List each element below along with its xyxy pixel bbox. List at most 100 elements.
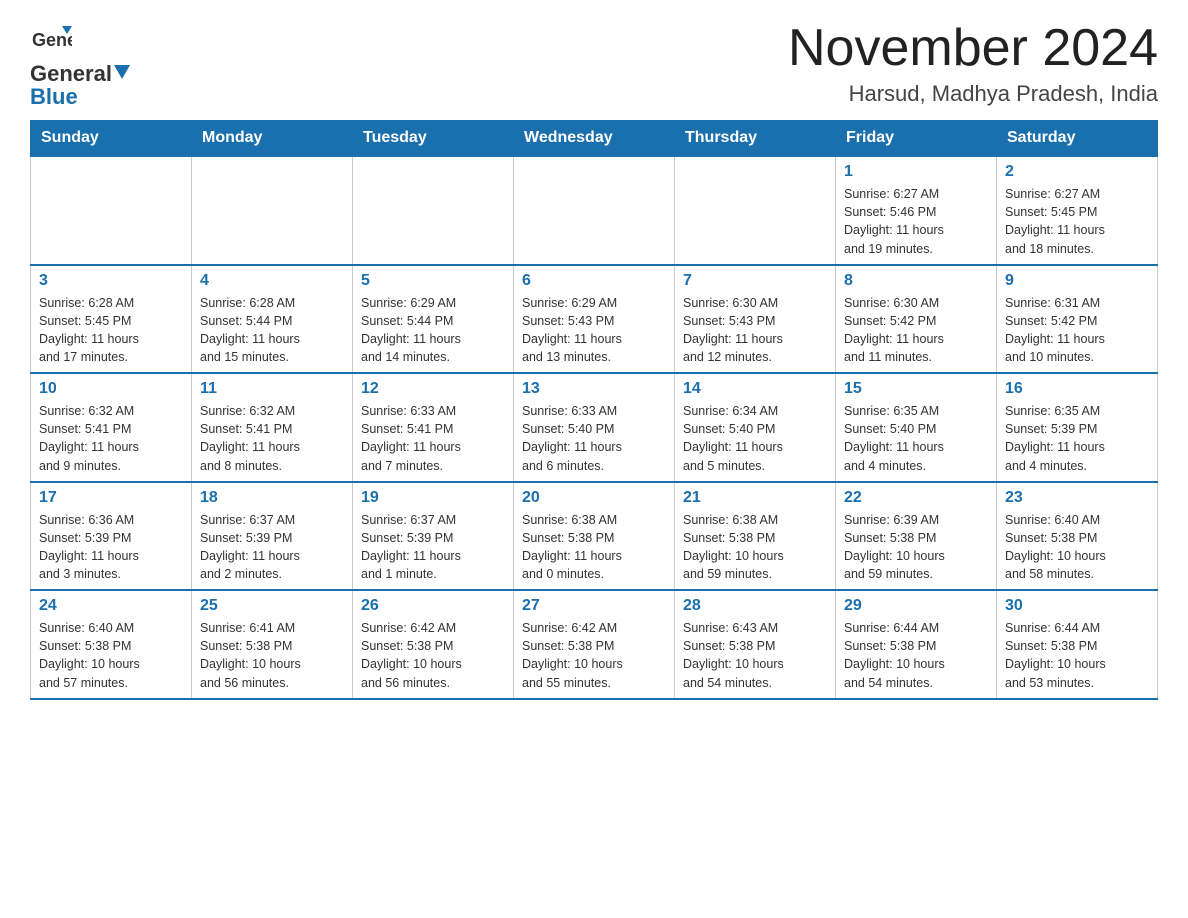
day-of-week-header: Tuesday xyxy=(353,121,514,157)
day-number: 22 xyxy=(844,489,988,507)
day-number: 7 xyxy=(683,272,827,290)
day-number: 15 xyxy=(844,380,988,398)
day-info: Sunrise: 6:35 AMSunset: 5:40 PMDaylight:… xyxy=(844,402,988,475)
calendar-cell: 14Sunrise: 6:34 AMSunset: 5:40 PMDayligh… xyxy=(675,373,836,482)
day-info: Sunrise: 6:43 AMSunset: 5:38 PMDaylight:… xyxy=(683,619,827,692)
calendar-cell xyxy=(675,156,836,265)
day-info: Sunrise: 6:44 AMSunset: 5:38 PMDaylight:… xyxy=(844,619,988,692)
day-number: 11 xyxy=(200,380,344,398)
day-info: Sunrise: 6:28 AMSunset: 5:44 PMDaylight:… xyxy=(200,294,344,367)
day-number: 30 xyxy=(1005,597,1149,615)
day-info: Sunrise: 6:37 AMSunset: 5:39 PMDaylight:… xyxy=(361,511,505,584)
calendar-cell: 6Sunrise: 6:29 AMSunset: 5:43 PMDaylight… xyxy=(514,265,675,374)
calendar-cell: 17Sunrise: 6:36 AMSunset: 5:39 PMDayligh… xyxy=(31,482,192,591)
calendar-header-row: SundayMondayTuesdayWednesdayThursdayFrid… xyxy=(31,121,1158,157)
calendar-week-row: 17Sunrise: 6:36 AMSunset: 5:39 PMDayligh… xyxy=(31,482,1158,591)
day-number: 3 xyxy=(39,272,183,290)
day-info: Sunrise: 6:39 AMSunset: 5:38 PMDaylight:… xyxy=(844,511,988,584)
svg-text:General: General xyxy=(32,30,72,50)
day-number: 16 xyxy=(1005,380,1149,398)
day-info: Sunrise: 6:28 AMSunset: 5:45 PMDaylight:… xyxy=(39,294,183,367)
day-number: 14 xyxy=(683,380,827,398)
day-of-week-header: Sunday xyxy=(31,121,192,157)
day-number: 21 xyxy=(683,489,827,507)
logo-line2: Blue xyxy=(30,84,78,110)
calendar-cell: 29 Sunrise: 6:44 AMSunset: 5:38 PMDayligh… xyxy=(836,590,997,699)
day-number: 19 xyxy=(361,489,505,507)
calendar-cell: 22 Sunrise: 6:39 AMSunset: 5:38 PMDayligh… xyxy=(836,482,997,591)
calendar-cell: 28 Sunrise: 6:43 AMSunset: 5:38 PMDayligh… xyxy=(675,590,836,699)
day-info: Sunrise: 6:31 AMSunset: 5:42 PMDaylight:… xyxy=(1005,294,1149,367)
day-number: 20 xyxy=(522,489,666,507)
day-of-week-header: Friday xyxy=(836,121,997,157)
day-info: Sunrise: 6:42 AMSunset: 5:38 PMDaylight:… xyxy=(361,619,505,692)
calendar-cell: 8 Sunrise: 6:30 AMSunset: 5:42 PMDaylight… xyxy=(836,265,997,374)
day-number: 12 xyxy=(361,380,505,398)
day-info: Sunrise: 6:27 AMSunset: 5:45 PMDaylight:… xyxy=(1005,185,1149,258)
day-number: 26 xyxy=(361,597,505,615)
calendar-cell xyxy=(31,156,192,265)
calendar-table: SundayMondayTuesdayWednesdayThursdayFrid… xyxy=(30,120,1158,700)
day-number: 27 xyxy=(522,597,666,615)
calendar-cell: 20 Sunrise: 6:38 AMSunset: 5:38 PMDayligh… xyxy=(514,482,675,591)
calendar-cell: 12 Sunrise: 6:33 AMSunset: 5:41 PMDayligh… xyxy=(353,373,514,482)
day-info: Sunrise: 6:40 AMSunset: 5:38 PMDaylight:… xyxy=(1005,511,1149,584)
calendar-cell: 27 Sunrise: 6:42 AMSunset: 5:38 PMDayligh… xyxy=(514,590,675,699)
calendar-cell xyxy=(514,156,675,265)
day-info: Sunrise: 6:33 AMSunset: 5:41 PMDaylight:… xyxy=(361,402,505,475)
day-info: Sunrise: 6:38 AMSunset: 5:38 PMDaylight:… xyxy=(683,511,827,584)
day-number: 13 xyxy=(522,380,666,398)
day-of-week-header: Monday xyxy=(192,121,353,157)
calendar-cell: 1 Sunrise: 6:27 AMSunset: 5:46 PMDaylight… xyxy=(836,156,997,265)
day-info: Sunrise: 6:30 AMSunset: 5:43 PMDaylight:… xyxy=(683,294,827,367)
day-info: Sunrise: 6:35 AMSunset: 5:39 PMDaylight:… xyxy=(1005,402,1149,475)
day-info: Sunrise: 6:33 AMSunset: 5:40 PMDaylight:… xyxy=(522,402,666,475)
calendar-cell: 19 Sunrise: 6:37 AMSunset: 5:39 PMDayligh… xyxy=(353,482,514,591)
day-info: Sunrise: 6:41 AMSunset: 5:38 PMDaylight:… xyxy=(200,619,344,692)
logo-line1: General xyxy=(30,62,112,86)
day-number: 28 xyxy=(683,597,827,615)
calendar-cell: 13 Sunrise: 6:33 AMSunset: 5:40 PMDayligh… xyxy=(514,373,675,482)
calendar-cell: 9 Sunrise: 6:31 AMSunset: 5:42 PMDaylight… xyxy=(997,265,1158,374)
day-number: 4 xyxy=(200,272,344,290)
calendar-cell: 7 Sunrise: 6:30 AMSunset: 5:43 PMDaylight… xyxy=(675,265,836,374)
calendar-cell: 25Sunrise: 6:41 AMSunset: 5:38 PMDayligh… xyxy=(192,590,353,699)
calendar-cell: 18Sunrise: 6:37 AMSunset: 5:39 PMDayligh… xyxy=(192,482,353,591)
logo-icon: General xyxy=(30,20,72,62)
calendar-week-row: 3 Sunrise: 6:28 AMSunset: 5:45 PMDaylight… xyxy=(31,265,1158,374)
day-info: Sunrise: 6:29 AMSunset: 5:44 PMDaylight:… xyxy=(361,294,505,367)
calendar-cell: 2Sunrise: 6:27 AMSunset: 5:45 PMDaylight… xyxy=(997,156,1158,265)
calendar-cell: 5Sunrise: 6:29 AMSunset: 5:44 PMDaylight… xyxy=(353,265,514,374)
day-of-week-header: Saturday xyxy=(997,121,1158,157)
day-info: Sunrise: 6:27 AMSunset: 5:46 PMDaylight:… xyxy=(844,185,988,258)
calendar-week-row: 10Sunrise: 6:32 AMSunset: 5:41 PMDayligh… xyxy=(31,373,1158,482)
day-number: 1 xyxy=(844,163,988,181)
day-of-week-header: Thursday xyxy=(675,121,836,157)
calendar-cell xyxy=(192,156,353,265)
calendar-cell: 15 Sunrise: 6:35 AMSunset: 5:40 PMDayligh… xyxy=(836,373,997,482)
day-number: 17 xyxy=(39,489,183,507)
calendar-cell: 11 Sunrise: 6:32 AMSunset: 5:41 PMDayligh… xyxy=(192,373,353,482)
day-info: Sunrise: 6:30 AMSunset: 5:42 PMDaylight:… xyxy=(844,294,988,367)
day-number: 6 xyxy=(522,272,666,290)
day-info: Sunrise: 6:32 AMSunset: 5:41 PMDaylight:… xyxy=(200,402,344,475)
calendar-week-row: 1 Sunrise: 6:27 AMSunset: 5:46 PMDaylight… xyxy=(31,156,1158,265)
page-header: General General Blue November 2024 Harsu… xyxy=(30,20,1158,110)
day-info: Sunrise: 6:38 AMSunset: 5:38 PMDaylight:… xyxy=(522,511,666,584)
day-info: Sunrise: 6:40 AMSunset: 5:38 PMDaylight:… xyxy=(39,619,183,692)
calendar-cell: 4 Sunrise: 6:28 AMSunset: 5:44 PMDaylight… xyxy=(192,265,353,374)
day-number: 23 xyxy=(1005,489,1149,507)
month-title: November 2024 xyxy=(788,20,1158,77)
day-of-week-header: Wednesday xyxy=(514,121,675,157)
day-number: 8 xyxy=(844,272,988,290)
day-number: 29 xyxy=(844,597,988,615)
day-info: Sunrise: 6:42 AMSunset: 5:38 PMDaylight:… xyxy=(522,619,666,692)
day-info: Sunrise: 6:44 AMSunset: 5:38 PMDaylight:… xyxy=(1005,619,1149,692)
calendar-cell: 16 Sunrise: 6:35 AMSunset: 5:39 PMDayligh… xyxy=(997,373,1158,482)
calendar-cell: 26 Sunrise: 6:42 AMSunset: 5:38 PMDayligh… xyxy=(353,590,514,699)
day-info: Sunrise: 6:37 AMSunset: 5:39 PMDaylight:… xyxy=(200,511,344,584)
logo-triangle-icon xyxy=(114,65,130,81)
calendar-cell: 24Sunrise: 6:40 AMSunset: 5:38 PMDayligh… xyxy=(31,590,192,699)
calendar-cell: 3 Sunrise: 6:28 AMSunset: 5:45 PMDaylight… xyxy=(31,265,192,374)
day-number: 9 xyxy=(1005,272,1149,290)
